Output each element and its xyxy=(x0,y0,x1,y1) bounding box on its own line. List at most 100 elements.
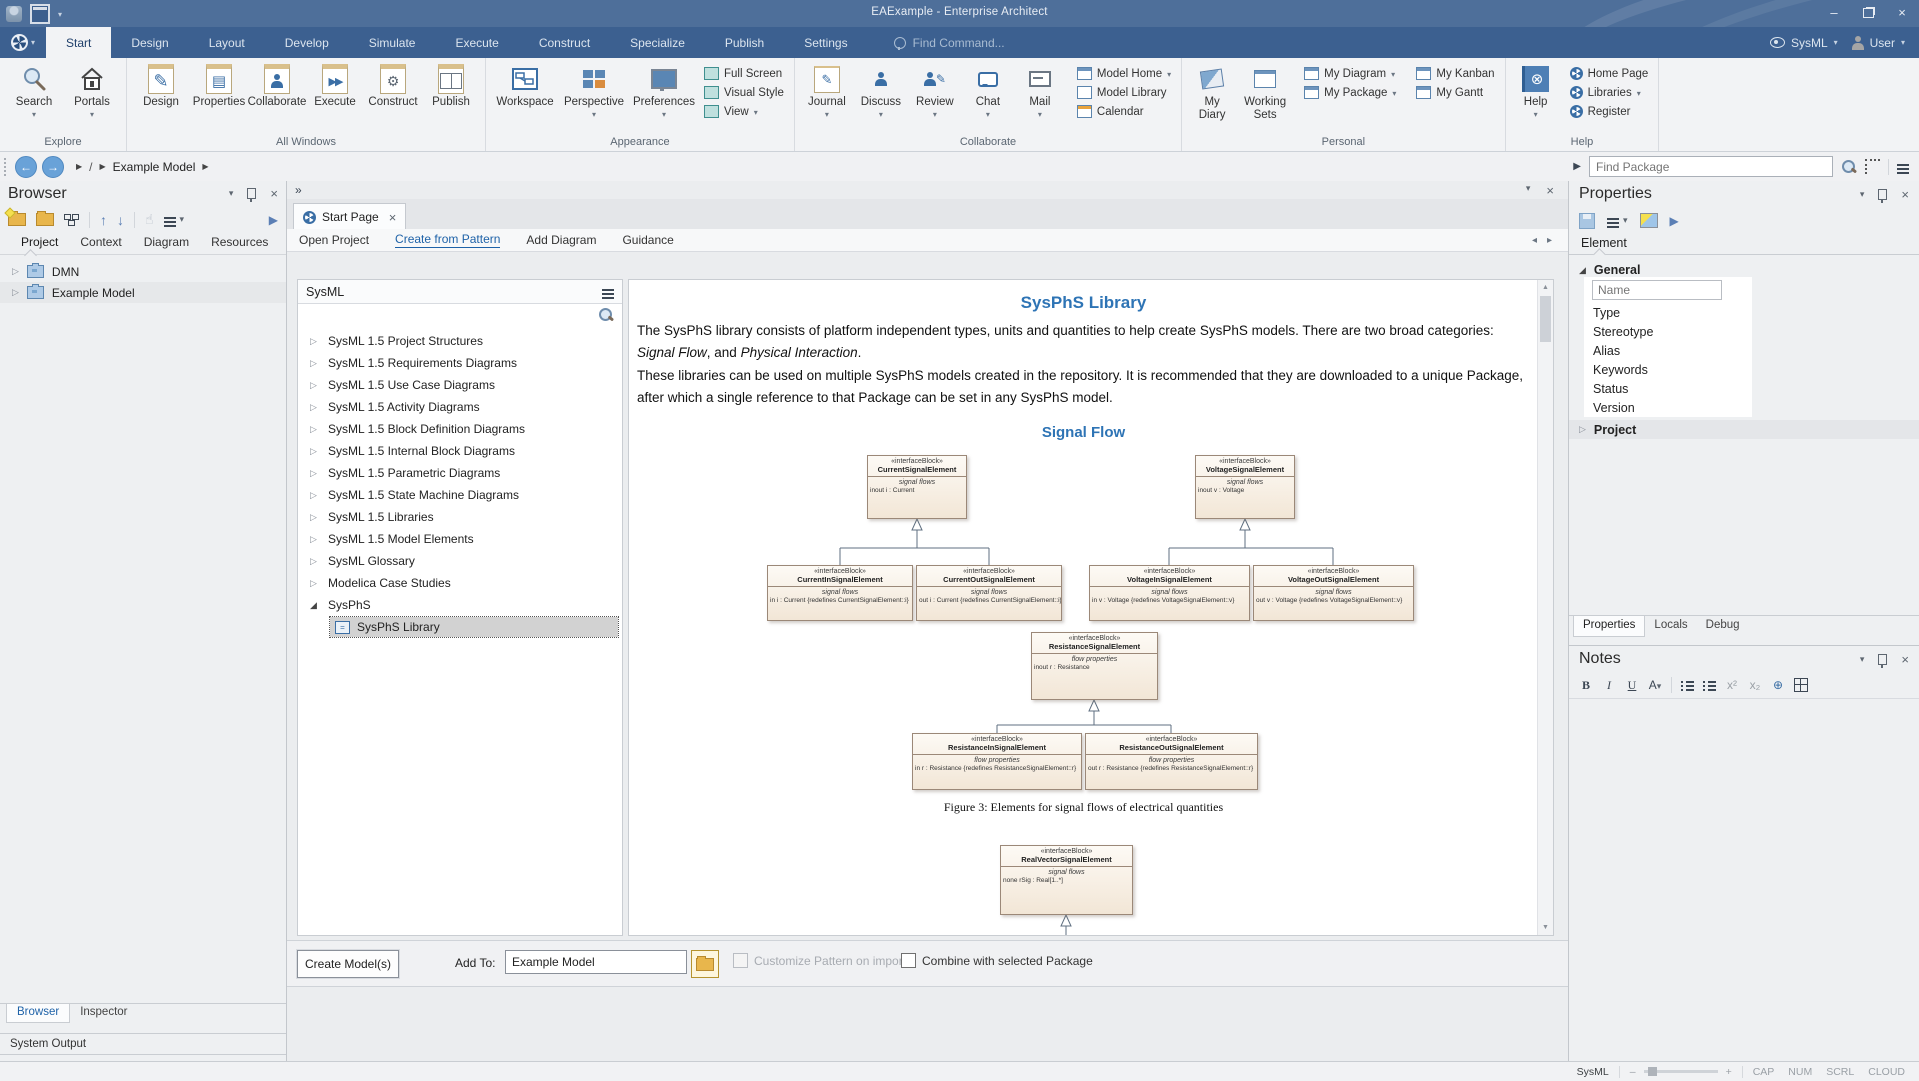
ribbon-tab-develop[interactable]: Develop xyxy=(265,27,349,58)
chevron-down-icon[interactable]: ▾ xyxy=(1860,654,1865,665)
pattern-item[interactable]: ▷SysML 1.5 Model Elements xyxy=(298,528,622,550)
back-button[interactable]: ← xyxy=(15,156,37,178)
ribbon-tab-construct[interactable]: Construct xyxy=(519,27,610,58)
help-button[interactable]: ⊗ Help▾ xyxy=(1512,62,1560,122)
collaborate-button[interactable]: Collaborate xyxy=(249,62,305,112)
preferences-button[interactable]: Preferences▾ xyxy=(630,62,698,122)
menu-icon[interactable] xyxy=(1607,218,1619,220)
pattern-item[interactable]: ◢SysPhS xyxy=(298,594,622,616)
working-sets-button[interactable]: Working Sets xyxy=(1238,62,1292,125)
expander-icon[interactable]: ▷ xyxy=(310,446,318,457)
expander-icon[interactable]: ▷ xyxy=(310,534,318,545)
property-field-alias[interactable]: Alias xyxy=(1584,341,1752,360)
pattern-item[interactable]: ▷SysML 1.5 Activity Diagrams xyxy=(298,396,622,418)
ribbon-tab-execute[interactable]: Execute xyxy=(435,27,518,58)
pattern-item[interactable]: ▷SysML 1.5 Parametric Diagrams xyxy=(298,462,622,484)
model-home-button[interactable]: Model Home▾ xyxy=(1073,66,1175,81)
hyperlink-icon[interactable]: ⊕ xyxy=(1771,678,1785,692)
pattern-item[interactable]: ▷SysML 1.5 Internal Block Diagrams xyxy=(298,440,622,462)
expander-icon[interactable]: ▷ xyxy=(1579,424,1586,435)
add-to-input[interactable] xyxy=(505,950,687,974)
close-icon[interactable]: × xyxy=(1901,187,1909,202)
expand-panel-icon[interactable]: ▶ xyxy=(269,213,278,227)
minimize-button[interactable]: – xyxy=(1817,0,1851,25)
chevron-down-icon[interactable]: ▾ xyxy=(180,214,185,225)
pattern-item[interactable]: ▷SysML 1.5 Libraries xyxy=(298,506,622,528)
perspective-selector[interactable]: SysML ▾ xyxy=(1770,36,1838,50)
tab-properties[interactable]: Properties xyxy=(1573,616,1645,637)
expand-arrow-icon[interactable]: ▶ xyxy=(1573,161,1581,172)
property-field-version[interactable]: Version xyxy=(1584,398,1752,417)
user-menu[interactable]: User ▾ xyxy=(1852,36,1905,50)
new-diagram-icon[interactable] xyxy=(64,214,79,226)
my-package-button[interactable]: My Package▾ xyxy=(1300,85,1400,100)
expander-icon[interactable]: ▷ xyxy=(310,512,318,523)
portals-button[interactable]: Portals▾ xyxy=(64,62,120,122)
pattern-item[interactable]: ▷SysML 1.5 Project Structures xyxy=(298,330,622,352)
my-diary-button[interactable]: My Diary xyxy=(1188,62,1236,125)
publish-button[interactable]: Publish xyxy=(423,62,479,112)
dock-tab-inspector[interactable]: Inspector xyxy=(70,1004,137,1023)
expander-icon[interactable]: ▷ xyxy=(310,468,318,479)
tab-diagram[interactable]: Diagram xyxy=(133,233,200,254)
expander-icon[interactable]: ▷ xyxy=(310,490,318,501)
close-button[interactable]: × xyxy=(1885,0,1919,25)
close-icon[interactable]: × xyxy=(270,186,278,201)
find-command[interactable]: Find Command... xyxy=(894,27,1005,58)
visual-style-button[interactable]: Visual Style xyxy=(700,85,788,100)
browse-package-button[interactable] xyxy=(691,950,719,978)
home-page-button[interactable]: Home Page xyxy=(1566,66,1653,81)
breadcrumb-item[interactable]: Example Model xyxy=(113,160,196,174)
close-icon[interactable]: × xyxy=(1546,183,1554,198)
browser-menu-icon[interactable] xyxy=(164,217,176,219)
ribbon-tab-settings[interactable]: Settings xyxy=(784,27,867,58)
review-button[interactable]: ✎ Review▾ xyxy=(909,62,961,122)
tree-item-dmn[interactable]: ▷ DMN xyxy=(0,261,286,282)
pattern-search[interactable] xyxy=(298,304,622,326)
ribbon-tab-publish[interactable]: Publish xyxy=(705,27,784,58)
find-package-input[interactable] xyxy=(1589,156,1833,177)
expander-icon[interactable]: ▷ xyxy=(310,578,318,589)
bullet-list-icon[interactable] xyxy=(1681,680,1694,691)
scroll-down-icon[interactable]: ▼ xyxy=(1538,920,1553,935)
close-tab-icon[interactable]: × xyxy=(389,210,397,225)
scroll-up-icon[interactable]: ▲ xyxy=(1538,280,1553,295)
breadcrumb-arrow-icon[interactable]: ▶ xyxy=(100,162,106,171)
numbered-list-icon[interactable] xyxy=(1703,680,1716,691)
close-icon[interactable]: × xyxy=(1901,652,1909,667)
pattern-item[interactable]: ▷SysML 1.5 Use Case Diagrams xyxy=(298,374,622,396)
chevron-down-icon[interactable]: ▾ xyxy=(1526,183,1531,198)
chat-button[interactable]: Chat▾ xyxy=(963,62,1013,122)
expander-icon[interactable]: ▷ xyxy=(310,424,318,435)
nav-guidance[interactable]: Guidance xyxy=(622,233,673,247)
new-package-icon[interactable] xyxy=(36,213,54,226)
ribbon-tab-simulate[interactable]: Simulate xyxy=(349,27,436,58)
subscript-icon[interactable]: x₂ xyxy=(1748,678,1762,692)
nav-open-project[interactable]: Open Project xyxy=(299,233,369,247)
overflow-chevrons-icon[interactable]: » xyxy=(295,183,302,197)
pin-icon[interactable] xyxy=(247,188,256,199)
breadcrumb-arrow-icon[interactable]: ▶ xyxy=(202,162,208,171)
chevron-down-icon[interactable]: ▾ xyxy=(229,188,234,199)
calendar-button[interactable]: Calendar xyxy=(1073,104,1175,119)
execute-button[interactable]: ▶▶ Execute xyxy=(307,62,363,112)
property-field-stereotype[interactable]: Stereotype xyxy=(1584,322,1752,341)
editor-grid-icon[interactable] xyxy=(1794,678,1808,692)
properties-button[interactable]: ▤ Properties xyxy=(191,62,247,112)
mail-button[interactable]: Mail▾ xyxy=(1015,62,1065,122)
expander-icon[interactable]: ◢ xyxy=(1579,265,1586,276)
app-menu-button[interactable]: ▾ xyxy=(0,27,46,58)
search-icon[interactable] xyxy=(1841,159,1857,175)
pattern-item[interactable]: ▷SysML Glossary xyxy=(298,550,622,572)
pattern-item[interactable]: ▷SysML 1.5 Block Definition Diagrams xyxy=(298,418,622,440)
pointer-icon[interactable]: ☝ xyxy=(145,211,154,228)
underline-icon[interactable]: U xyxy=(1625,678,1639,693)
ribbon-tab-layout[interactable]: Layout xyxy=(189,27,265,58)
expander-icon[interactable]: ◢ xyxy=(310,600,318,611)
properties-tab-element[interactable]: Element xyxy=(1569,234,1639,254)
chevron-down-icon[interactable]: ▾ xyxy=(1623,215,1628,226)
move-down-icon[interactable]: ↓ xyxy=(117,212,124,228)
forward-button[interactable]: → xyxy=(42,156,64,178)
model-library-button[interactable]: Model Library xyxy=(1073,85,1175,100)
menu-icon[interactable] xyxy=(1897,164,1909,166)
